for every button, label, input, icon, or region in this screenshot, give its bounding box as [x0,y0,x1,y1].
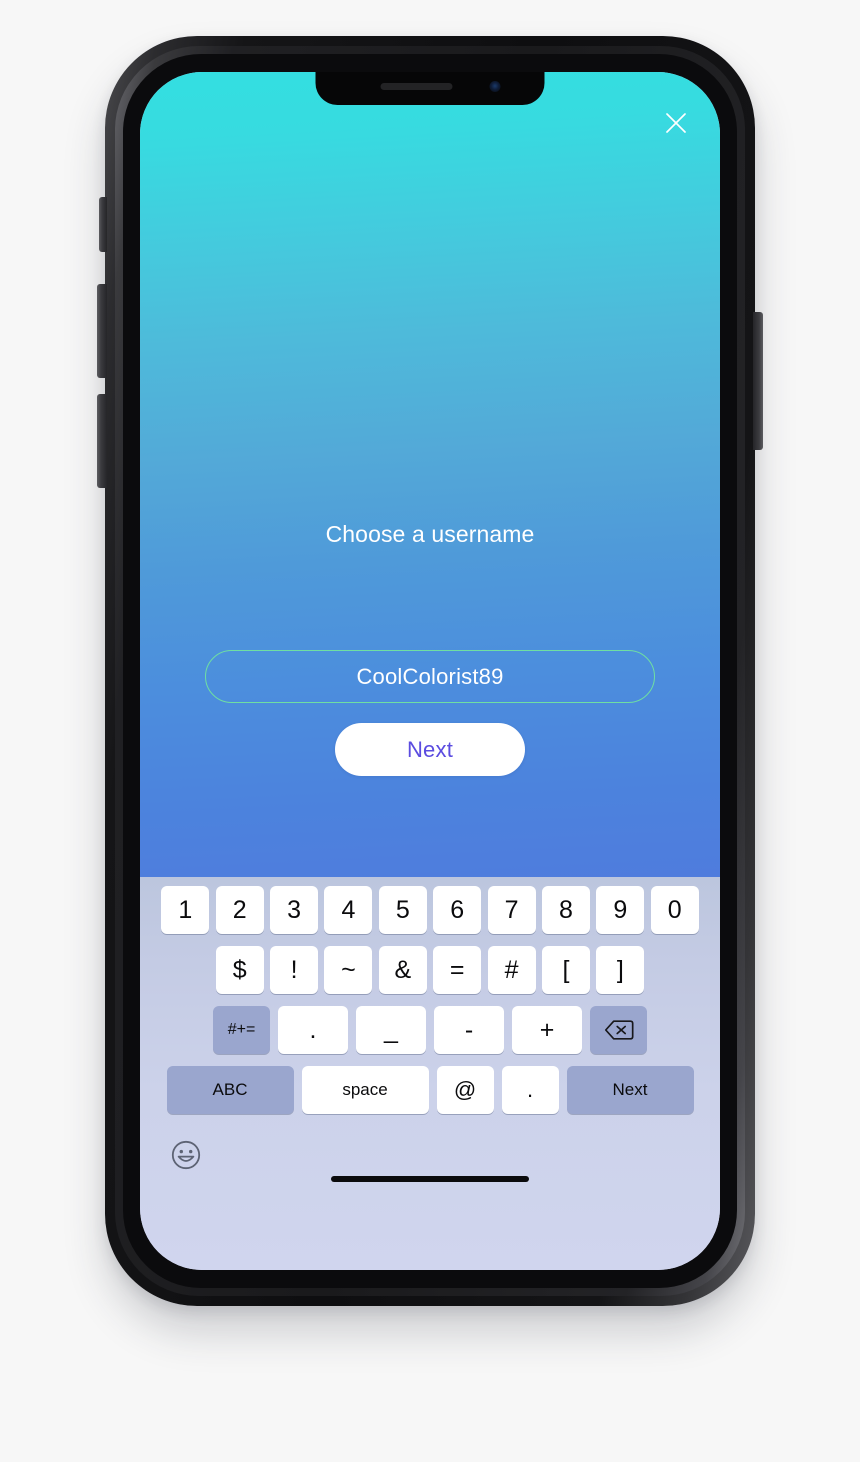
front-camera-icon [489,81,501,92]
keyboard-row-numbers: 1234567890 [140,886,720,934]
power-button[interactable] [753,312,763,450]
speaker-grill-icon [380,83,452,90]
phone-screen: Choose a username CoolColorist89 Next 12… [140,72,720,1270]
key-symbol-3[interactable]: & [378,946,427,994]
key-number-5[interactable]: 6 [433,886,482,934]
keyboard-bottom-bar [140,1126,720,1204]
key-number-2[interactable]: 3 [270,886,319,934]
key-plus[interactable]: + [512,1006,582,1054]
key-number-9[interactable]: 0 [650,886,699,934]
key-symbol-5[interactable]: # [487,946,536,994]
next-button[interactable]: Next [335,723,525,776]
username-input-value: CoolColorist89 [356,663,504,689]
volume-up-button[interactable] [97,284,107,378]
emoji-smiley-icon[interactable] [169,1138,203,1172]
on-screen-keyboard: 1234567890 $!~&=#[] #+= . _ - + ABC [140,877,720,1270]
backspace-icon[interactable] [590,1006,647,1054]
username-input[interactable]: CoolColorist89 [205,650,655,703]
keyboard-row-four: ABC space @ . Next [140,1066,720,1114]
key-number-7[interactable]: 8 [541,886,590,934]
home-indicator-bar[interactable] [331,1176,529,1182]
key-next-return[interactable]: Next [566,1066,694,1114]
key-symbol-7[interactable]: ] [596,946,645,994]
page-title: Choose a username [325,521,535,547]
mute-switch-button[interactable] [99,197,107,252]
key-abc-toggle[interactable]: ABC [166,1066,294,1114]
key-symbol-1[interactable]: ! [270,946,319,994]
key-number-3[interactable]: 4 [324,886,373,934]
keyboard-row-symbols: $! ~ & = #[] [140,946,720,994]
screenshot-canvas: Choose a username CoolColorist89 Next 12… [0,0,860,1462]
device-notch [315,72,545,105]
key-symbol-2[interactable]: ~ [324,946,373,994]
app-background-gradient: Choose a username CoolColorist89 Next [140,72,720,877]
key-number-0[interactable]: 1 [161,886,210,934]
key-number-6[interactable]: 7 [487,886,536,934]
key-period-row3[interactable]: . [278,1006,348,1054]
key-underscore[interactable]: _ [356,1006,426,1054]
key-number-8[interactable]: 9 [596,886,645,934]
next-button-label: Next [406,736,454,762]
volume-down-button[interactable] [97,394,107,488]
keyboard-row-three: #+= . _ - + [140,1006,720,1054]
key-hyphen[interactable]: - [434,1006,504,1054]
key-space[interactable]: space [301,1066,429,1114]
key-period[interactable]: . [501,1066,559,1114]
key-number-4[interactable]: 5 [378,886,427,934]
key-number-1[interactable]: 2 [215,886,264,934]
key-at-sign[interactable]: @ [436,1066,494,1114]
key-symbol-page-toggle[interactable]: #+= [213,1006,270,1054]
key-symbol-4[interactable]: = [433,946,482,994]
close-x-icon[interactable] [659,106,693,140]
key-symbol-0[interactable]: $ [215,946,264,994]
key-symbol-6[interactable]: [ [541,946,590,994]
